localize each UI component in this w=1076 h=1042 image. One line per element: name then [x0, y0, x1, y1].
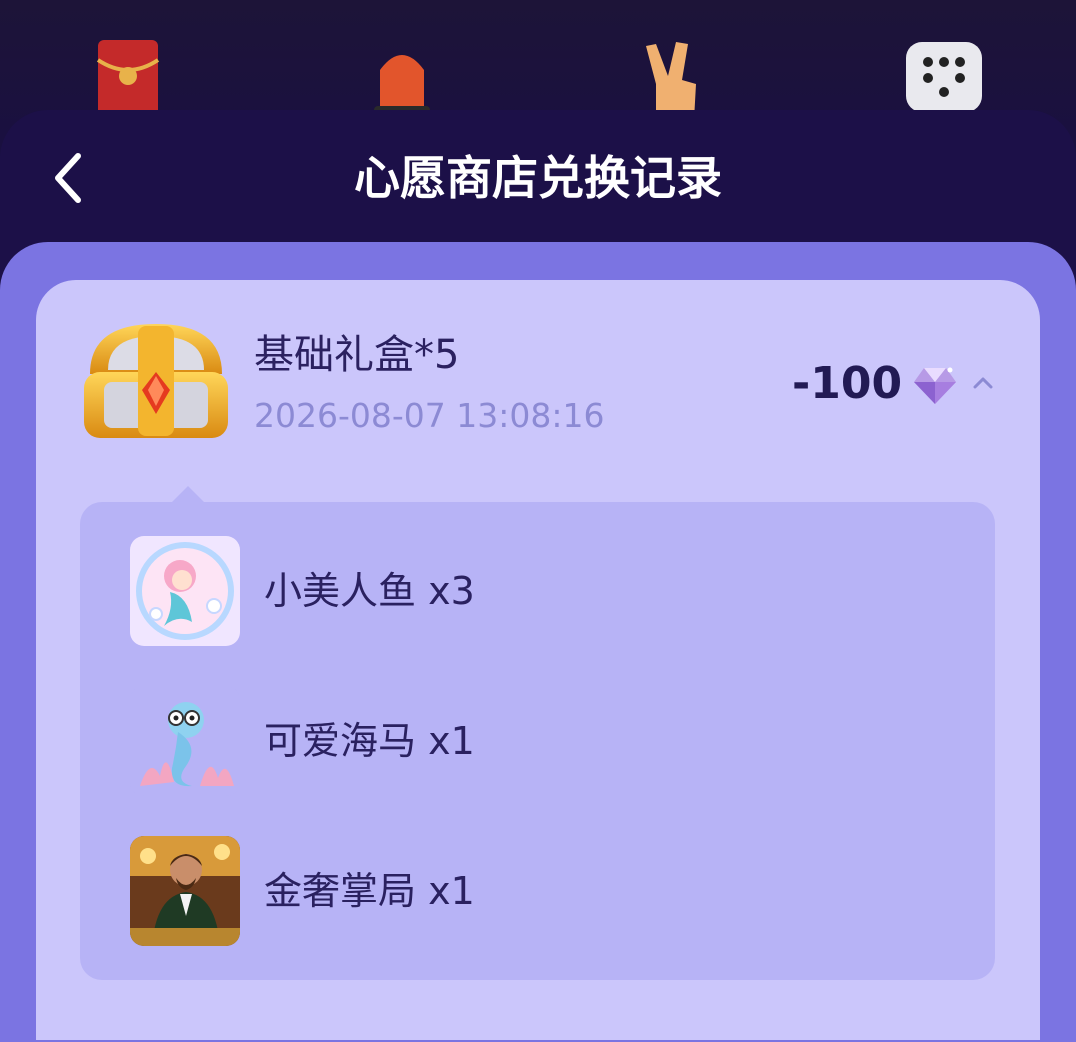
peace-hand-icon	[646, 42, 696, 120]
reward-label: 可爱海马 x1	[264, 719, 475, 763]
seahorse-gift-icon	[130, 686, 240, 796]
mermaid-gift-icon	[130, 536, 240, 646]
item-timestamp: 2026-08-07 13:08:16	[254, 396, 605, 435]
treasure-chest-icon	[84, 324, 228, 438]
diamond-gem-icon	[914, 367, 956, 404]
red-envelope-icon	[96, 40, 160, 120]
dice-icon	[906, 42, 982, 112]
detail-pointer	[172, 486, 204, 502]
tycoon-gift-icon	[130, 836, 240, 946]
cost-amount: -100	[792, 358, 903, 409]
page-title: 心愿商店兑换记录	[354, 151, 722, 205]
item-name: 基础礼盒*5	[254, 332, 460, 378]
reward-label: 小美人鱼 x3	[264, 569, 475, 613]
reward-item: 可爱海马 x1	[130, 686, 830, 798]
chevron-up-icon[interactable]	[966, 366, 1000, 400]
reward-label: 金奢掌局 x1	[264, 869, 475, 913]
reward-item: 金奢掌局 x1	[130, 836, 830, 948]
reward-item: 小美人鱼 x3	[130, 536, 830, 648]
siren-icon	[374, 55, 430, 120]
